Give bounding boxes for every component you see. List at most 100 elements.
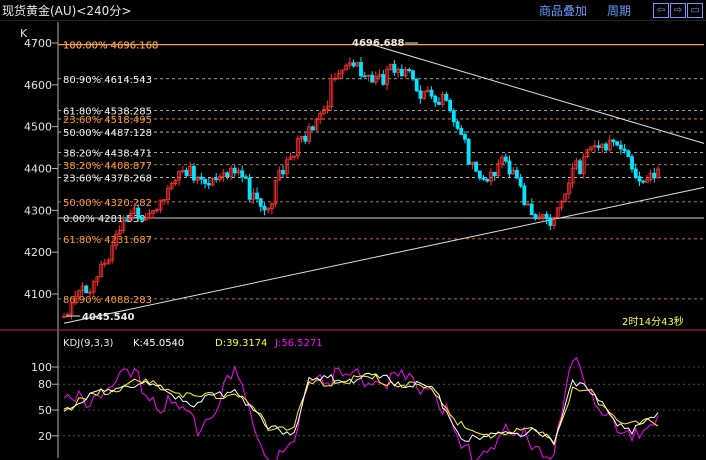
candle-body (633, 168, 638, 177)
candle-body (459, 127, 464, 135)
candle-body (477, 170, 482, 179)
fib-label-orange: 38.20% 4408.877 (63, 161, 152, 172)
y-tick-label: 4300 (24, 204, 52, 217)
candle-body (203, 178, 207, 184)
instrument-title: 现货黄金(AU)<240分> (2, 4, 132, 18)
kdj-y-tick-label: 20 (38, 430, 52, 443)
fib-label-orange: 100.00% 4696.168 (63, 41, 158, 52)
candle-body (433, 95, 438, 103)
candle-body (474, 161, 478, 172)
candle-body (622, 148, 627, 152)
candle-body (463, 134, 467, 140)
y-tick-label: 4100 (24, 288, 52, 301)
candle-body (206, 183, 211, 186)
candle-body (84, 285, 89, 294)
period-button[interactable]: 周期 (607, 2, 631, 19)
candle-body (240, 170, 245, 178)
nav-left-icon[interactable]: ⇦ (653, 3, 669, 18)
y-tick-label: 4500 (24, 121, 52, 134)
candle-body (414, 78, 419, 92)
candle-body (370, 74, 375, 83)
kdj-j-line (63, 356, 659, 460)
candle-body (418, 90, 423, 99)
candle-body (548, 218, 553, 226)
candle-body (578, 160, 582, 175)
candle-body (492, 171, 497, 177)
high-price-label: 4696.688 (352, 38, 405, 49)
kdj-d-label: D:39.3174 (215, 338, 267, 349)
candle-body (184, 169, 189, 177)
candle-body (451, 110, 456, 123)
candle-body (518, 177, 523, 187)
fib-label-white: 38.20% 4438.471 (63, 148, 152, 159)
candle-body (381, 74, 386, 85)
candle-body (232, 167, 237, 174)
kdj-y-tick-label: 100 (31, 361, 52, 374)
fib-label-white: 0.00% 4281.559 (63, 214, 146, 225)
candle-body (515, 169, 519, 179)
candle-body (481, 177, 486, 180)
candle-body (262, 205, 267, 211)
kdj-y-tick-label: 50 (38, 404, 52, 417)
candle-body (637, 176, 642, 182)
candle-body (247, 177, 252, 200)
nav-right-icon[interactable]: ⇨ (670, 3, 686, 18)
candle-body (351, 62, 356, 67)
candle-body (362, 75, 367, 78)
candle-body (455, 121, 460, 129)
candle-body (529, 203, 534, 215)
maximize-icon[interactable]: ▭ (687, 3, 703, 18)
candle-body (641, 180, 646, 183)
candlestick-panel[interactable]: K4100420043004400450046004700 100.00% 469… (0, 22, 706, 458)
candle-body (244, 176, 248, 179)
candle-body (544, 213, 549, 220)
kdj-j-label: J:56.5271 (274, 338, 323, 349)
candle-body (258, 198, 263, 207)
candle-body (652, 172, 657, 179)
chart-header: 现货黄金(AU)<240分> 商品叠加 周期 ⇦ ⇨ ▭ (0, 0, 706, 21)
candle-body (533, 214, 538, 220)
kdj-panel[interactable]: KDJ(9,3,3) K:45.0540 D:39.3174 J:56.5271 20 5… (31, 338, 704, 460)
candle-body (192, 165, 196, 181)
candle-body (615, 141, 620, 146)
candle-body (466, 138, 471, 165)
candle-body (626, 150, 631, 158)
candle-body (618, 144, 623, 150)
fib-label-white: 80.90% 4614.543 (63, 75, 152, 86)
candle-body (281, 170, 285, 175)
candle-body (303, 135, 308, 142)
fib-label-white: 50.00% 4487.128 (63, 128, 152, 139)
chart-canvas[interactable]: K4100420043004400450046004700 100.00% 469… (0, 0, 706, 460)
candle-body (429, 89, 434, 97)
y-tick-label: 4700 (24, 37, 52, 50)
candle-body (448, 99, 453, 112)
candle-body (485, 178, 490, 182)
fib-label-orange: 61.80% 4231.687 (63, 235, 152, 246)
candle-body (444, 93, 449, 101)
candle-body (437, 101, 441, 105)
overlay-button[interactable]: 商品叠加 (539, 2, 587, 19)
candle-body (522, 185, 527, 206)
candle-body (507, 160, 512, 175)
low-price-label: 4045.540 (82, 312, 135, 323)
candle-body (611, 139, 616, 143)
candle-body (604, 143, 608, 151)
candle-body (310, 126, 315, 131)
y-tick-label: 4600 (24, 79, 52, 92)
candle-body (503, 156, 508, 162)
candle-body (125, 219, 130, 222)
kdj-y-tick-label: 80 (38, 378, 52, 391)
countdown-timer: 2时14分43秒 (622, 315, 684, 328)
fib-label-white: 23.60% 4378.268 (63, 174, 152, 185)
kdj-k-label: K:45.0540 (133, 338, 184, 349)
candle-body (214, 178, 219, 181)
candle-body (411, 70, 415, 80)
y-tick-label: 4400 (24, 163, 52, 176)
kdj-k-line (63, 372, 659, 445)
candle-body (225, 172, 230, 178)
candle-body (596, 145, 601, 148)
candle-body (630, 156, 634, 170)
y-tick-label: 4200 (24, 246, 52, 259)
candle-body (199, 176, 204, 180)
candle-body (359, 62, 363, 77)
